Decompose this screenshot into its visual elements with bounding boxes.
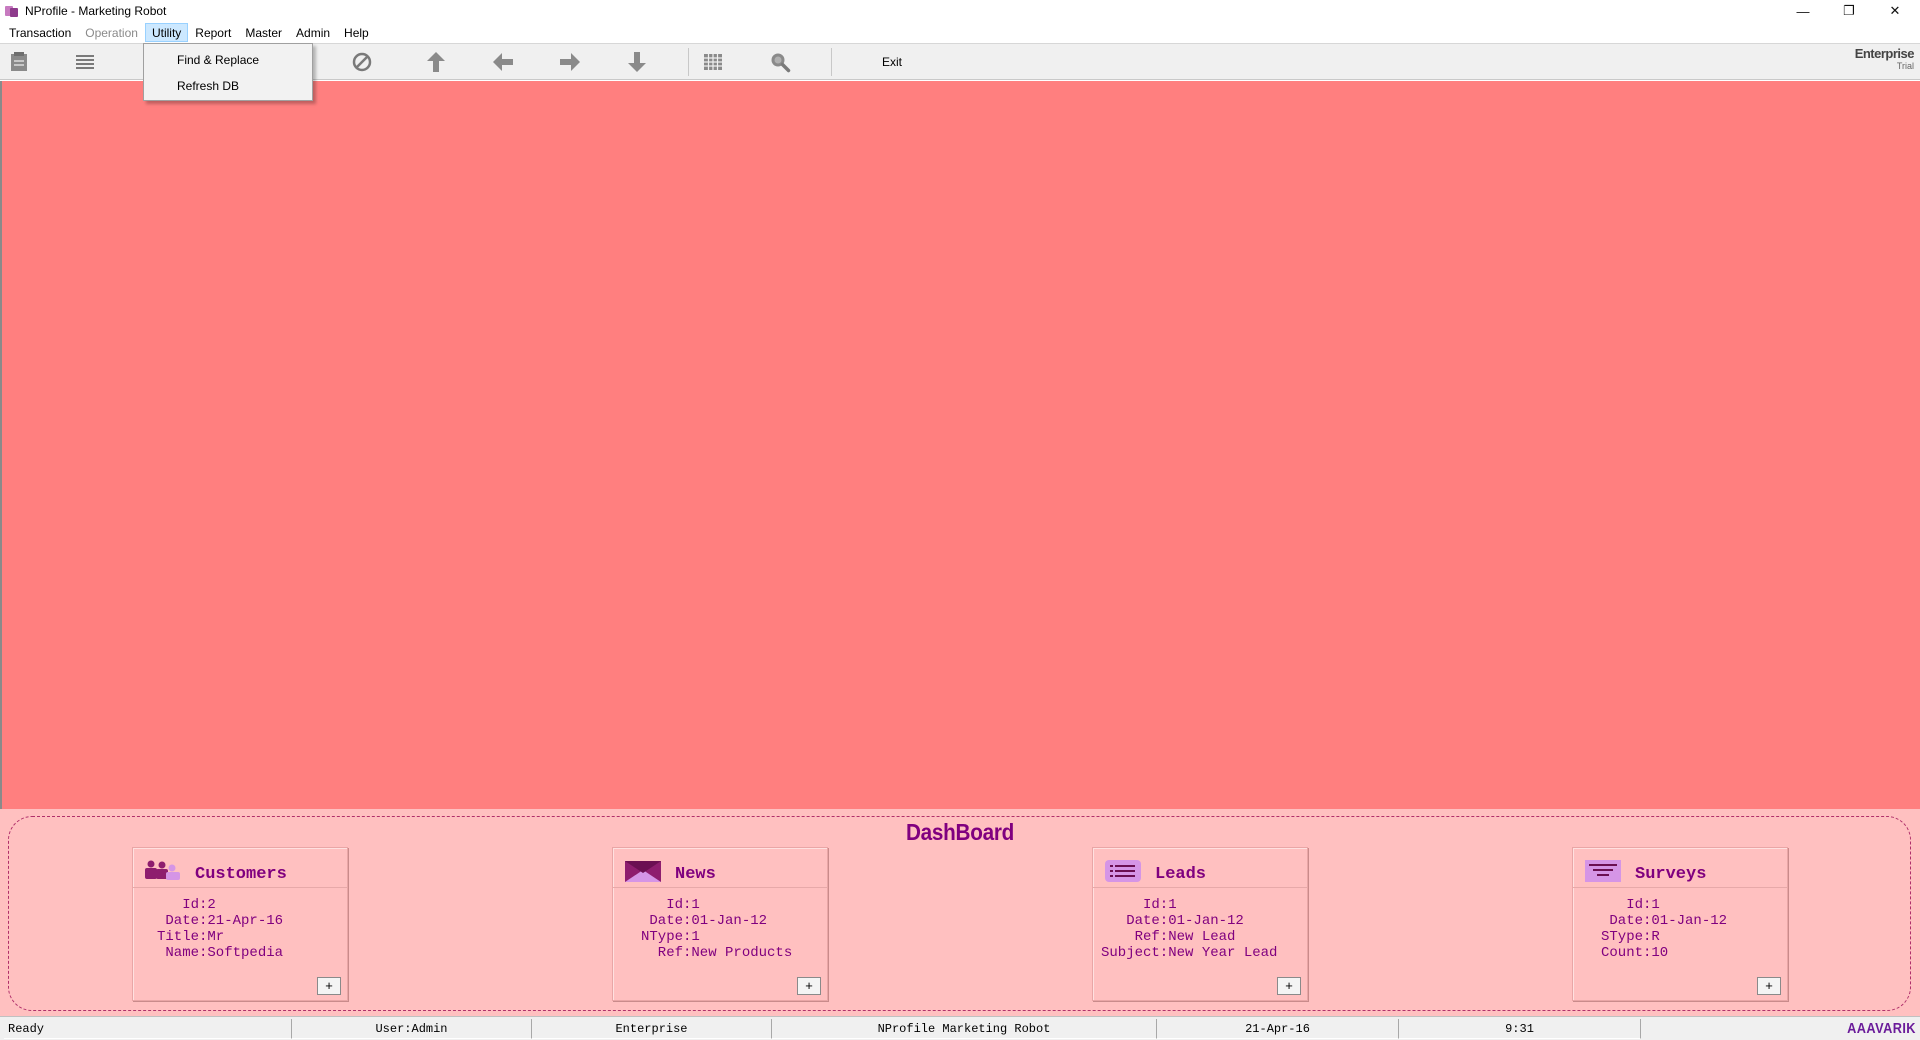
menu-master[interactable]: Master xyxy=(238,23,289,42)
news-details: Id:1 Date:01-Jan-12 NType:1 Ref:New Prod… xyxy=(641,897,792,961)
customers-date: Date:21-Apr-16 xyxy=(157,913,284,929)
brand-logo: AAAVARIK xyxy=(1847,1020,1916,1037)
dashboard-panel: DashBoard Customers Id:2 Date:21-Apr-16 … xyxy=(0,809,1920,1016)
leads-expand-button[interactable]: + xyxy=(1277,977,1301,995)
surveys-stype: SType:R xyxy=(1601,929,1660,945)
menu-utility[interactable]: Utility xyxy=(144,23,189,42)
leads-ref: Ref:New Lead xyxy=(1101,929,1236,945)
app-icon[interactable] xyxy=(5,4,19,18)
next-record-icon[interactable] xyxy=(557,50,583,74)
list-icon[interactable] xyxy=(72,50,98,74)
menu-help[interactable]: Help xyxy=(337,23,376,42)
menu-bar: Transaction Operation Utility Report Mas… xyxy=(0,22,1920,43)
status-user: User:Admin xyxy=(292,1019,532,1039)
leads-card[interactable]: Leads Id:1 Date:01-Jan-12 Ref:New Lead S… xyxy=(1092,847,1308,1001)
surveys-title: Surveys xyxy=(1635,865,1707,884)
menu-transaction[interactable]: Transaction xyxy=(2,23,78,42)
customers-title: Customers xyxy=(195,865,287,884)
news-title: News xyxy=(675,865,716,884)
surveys-count: Count:10 xyxy=(1601,945,1669,961)
envelope-icon xyxy=(623,858,663,884)
title-bar: NProfile - Marketing Robot — ❐ ✕ xyxy=(0,0,1920,22)
leads-title: Leads xyxy=(1155,865,1207,884)
news-ntype: NType:1 xyxy=(641,929,700,945)
status-date: 21-Apr-16 xyxy=(1157,1019,1399,1039)
customers-name: Name:Softpedia xyxy=(157,945,284,961)
news-card[interactable]: News Id:1 Date:01-Jan-12 NType:1 Ref:New… xyxy=(612,847,828,1001)
edition-type: Trial xyxy=(1896,61,1914,71)
cancel-icon[interactable] xyxy=(349,50,375,74)
last-record-icon[interactable] xyxy=(624,50,650,74)
menu-operation[interactable]: Operation xyxy=(78,23,145,42)
window-title: NProfile - Marketing Robot xyxy=(25,4,167,18)
customers-title-field: Title:Mr xyxy=(157,929,225,945)
surveys-date: Date:01-Jan-12 xyxy=(1601,913,1728,929)
status-time: 9:31 xyxy=(1399,1019,1641,1039)
menu-report[interactable]: Report xyxy=(188,23,238,42)
dashboard-title: DashBoard xyxy=(906,819,1014,845)
edition-badge: Enterprise Trial xyxy=(1854,46,1915,71)
surveys-expand-button[interactable]: + xyxy=(1757,977,1781,995)
card-header: Surveys xyxy=(1573,848,1787,888)
new-record-icon[interactable] xyxy=(6,50,32,74)
minimize-button[interactable]: — xyxy=(1780,0,1826,22)
close-button[interactable]: ✕ xyxy=(1872,0,1918,22)
status-bar: Ready User:Admin Enterprise NProfile Mar… xyxy=(0,1016,1920,1040)
search-icon[interactable] xyxy=(767,50,793,74)
news-expand-button[interactable]: + xyxy=(797,977,821,995)
news-ref: Ref:New Products xyxy=(641,945,793,961)
card-header: Customers xyxy=(133,848,347,888)
customers-expand-button[interactable]: + xyxy=(317,977,341,995)
customers-icon xyxy=(143,858,183,884)
menu-item-refresh-db[interactable]: Refresh DB xyxy=(144,73,312,99)
survey-icon xyxy=(1583,858,1623,884)
edition-name: Enterprise xyxy=(1854,46,1915,61)
restore-button[interactable]: ❐ xyxy=(1826,0,1872,22)
workspace-area xyxy=(0,81,1920,809)
grid-icon[interactable] xyxy=(700,50,726,74)
news-id: Id:1 xyxy=(641,897,700,913)
leads-subject: Subject:New Year Lead xyxy=(1101,945,1278,961)
surveys-card[interactable]: Surveys Id:1 Date:01-Jan-12 SType:R Coun… xyxy=(1572,847,1788,1001)
leads-details: Id:1 Date:01-Jan-12 Ref:New Lead Subject… xyxy=(1101,897,1277,961)
status-ready: Ready xyxy=(4,1019,292,1039)
customers-card[interactable]: Customers Id:2 Date:21-Apr-16 Title:Mr N… xyxy=(132,847,348,1001)
customers-id: Id:2 xyxy=(157,897,216,913)
leads-id: Id:1 xyxy=(1101,897,1177,913)
menu-item-find-replace[interactable]: Find & Replace xyxy=(144,47,312,73)
toolbar-separator xyxy=(831,48,832,76)
toolbar-separator xyxy=(688,48,689,76)
surveys-details: Id:1 Date:01-Jan-12 SType:R Count:10 xyxy=(1601,897,1727,961)
leads-date: Date:01-Jan-12 xyxy=(1101,913,1244,929)
status-product: NProfile Marketing Robot xyxy=(772,1019,1157,1039)
news-date: Date:01-Jan-12 xyxy=(641,913,768,929)
utility-dropdown: Find & Replace Refresh DB xyxy=(143,43,313,101)
exit-button[interactable]: Exit xyxy=(872,52,912,72)
card-header: Leads xyxy=(1093,848,1307,888)
card-header: News xyxy=(613,848,827,888)
first-record-icon[interactable] xyxy=(423,50,449,74)
surveys-id: Id:1 xyxy=(1601,897,1660,913)
menu-admin[interactable]: Admin xyxy=(289,23,337,42)
status-edition: Enterprise xyxy=(532,1019,772,1039)
customers-details: Id:2 Date:21-Apr-16 Title:Mr Name:Softpe… xyxy=(157,897,283,961)
previous-record-icon[interactable] xyxy=(490,50,516,74)
list-icon xyxy=(1103,858,1143,884)
